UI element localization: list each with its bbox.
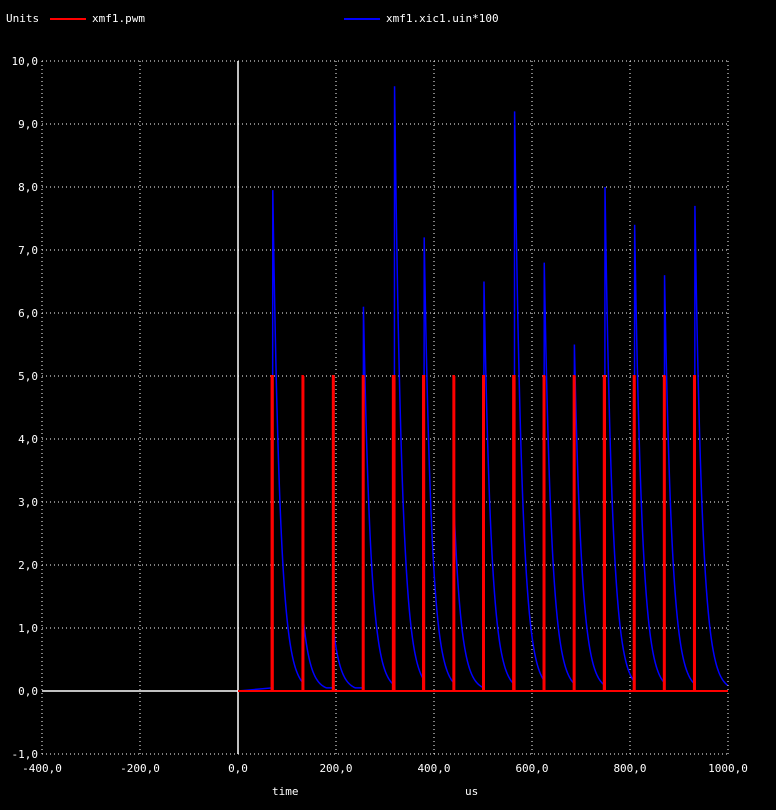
y-tick-label: 9,0	[18, 118, 38, 131]
x-tick-label: -400,0	[22, 762, 62, 775]
x-tick-label: 1000,0	[708, 762, 748, 775]
y-tick-label: 2,0	[18, 559, 38, 572]
pwm-pulse	[633, 376, 636, 691]
y-tick-label: 5,0	[18, 370, 38, 383]
y-tick-label: 7,0	[18, 244, 38, 257]
y-tick-label: 10,0	[12, 55, 39, 68]
pwm-pulse	[663, 376, 666, 691]
x-tick-label: 400,0	[417, 762, 450, 775]
tick-labels: -400,0 -200,0 0,0 200,0 400,0 600,0 800,0 1000,…	[12, 55, 748, 775]
pwm-pulse	[693, 376, 696, 691]
pwm-pulse	[362, 376, 365, 691]
pwm-pulse	[543, 376, 546, 691]
y-tick-label: 3,0	[18, 496, 38, 509]
chart-plot: -400,0 -200,0 0,0 200,0 400,0 600,0 800,0 1000,…	[12, 55, 748, 775]
pwm-pulse	[271, 376, 274, 691]
y-tick-label: 6,0	[18, 307, 38, 320]
grid	[41, 60, 729, 755]
pwm-pulse	[603, 376, 606, 691]
y-tick-label: 8,0	[18, 181, 38, 194]
pwm-pulse	[392, 376, 395, 691]
pwm-pulse	[453, 376, 456, 691]
pwm-pulse	[573, 376, 576, 691]
pwm-pulse	[302, 376, 305, 691]
pwm-pulse	[513, 376, 516, 691]
pwm-pulse	[483, 376, 485, 691]
x-axis-unit: us	[465, 785, 479, 798]
y-tick-label: 1,0	[18, 622, 38, 635]
y-tick-label: 0,0	[18, 685, 38, 698]
y-tick-label: 4,0	[18, 433, 38, 446]
x-tick-label: 800,0	[613, 762, 646, 775]
x-axis-title: time	[272, 785, 299, 798]
x-tick-label: 0,0	[228, 762, 248, 775]
pwm-pulse	[422, 376, 425, 691]
y-tick-label: -1,0	[12, 748, 39, 761]
pwm-pulse	[332, 376, 335, 691]
x-tick-label: 600,0	[515, 762, 548, 775]
series-group	[237, 86, 728, 692]
x-tick-label: -200,0	[120, 762, 160, 775]
axes	[42, 61, 728, 754]
x-tick-label: 200,0	[319, 762, 352, 775]
